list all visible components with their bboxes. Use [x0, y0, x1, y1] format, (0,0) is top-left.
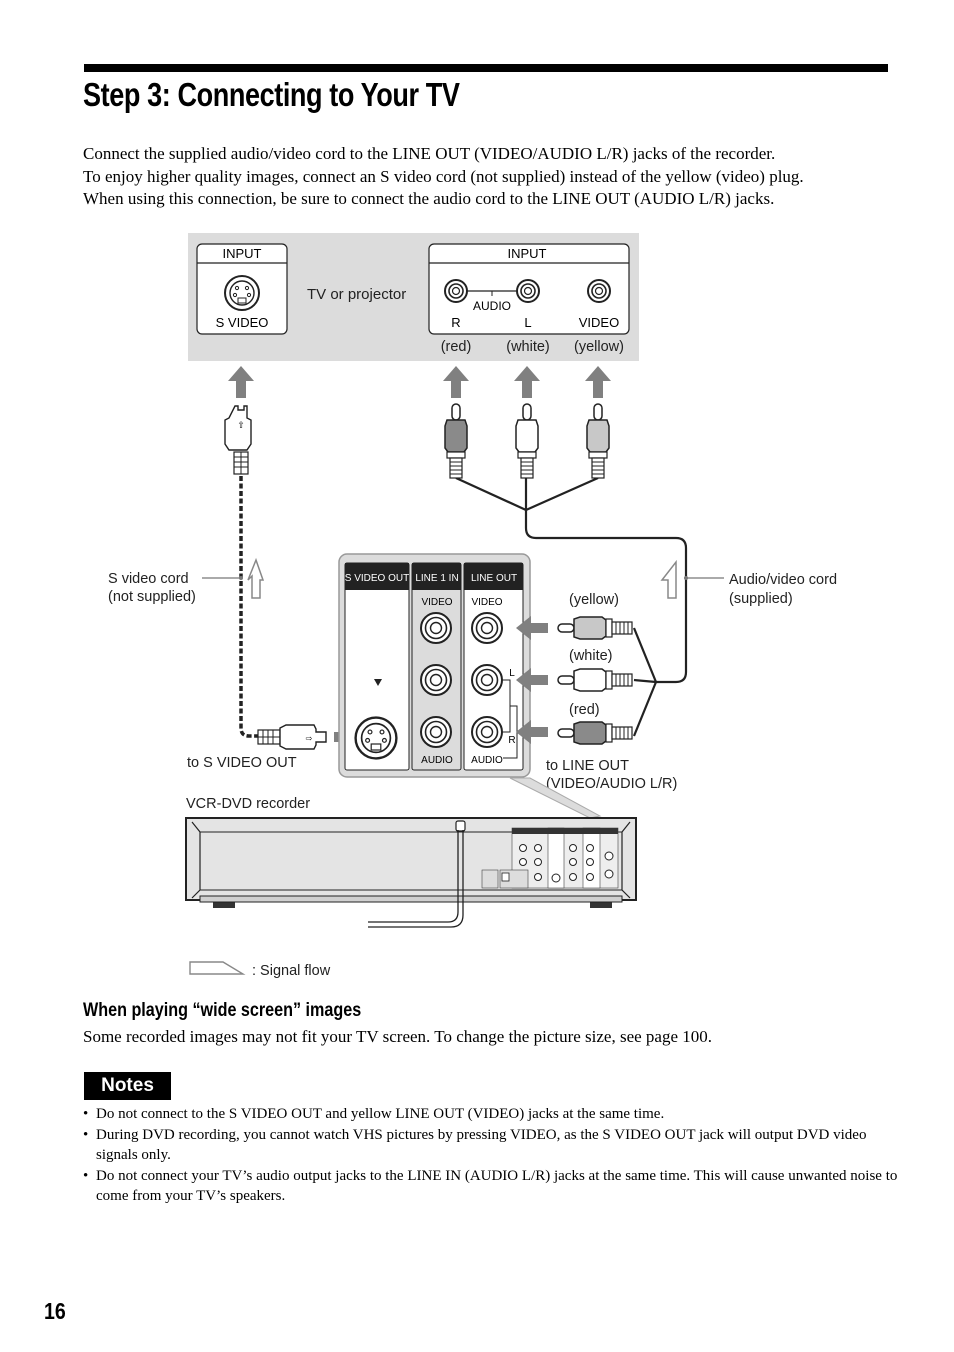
section-body: Some recorded images may not fit your TV…: [83, 1027, 713, 1046]
tv-color-red: (red): [441, 339, 472, 355]
signal-arrow-icon: [443, 366, 469, 398]
to-line-out-label: to LINE OUT: [546, 758, 629, 774]
notes-badge: Notes: [84, 1072, 171, 1100]
tv-l-label: L: [524, 315, 531, 330]
signal-flow-legend-icon: [189, 961, 246, 975]
plug-yellow-label: (yellow): [569, 592, 619, 608]
panel-line-out-header: LINE OUT: [471, 573, 517, 584]
line-out-video-jack-icon: [471, 612, 503, 644]
red-plug-icon: [444, 403, 468, 479]
tv-av-input: INPUT AUDIO R L VIDEO: [428, 243, 630, 335]
tv-color-white: (white): [506, 339, 550, 355]
white-plug-icon: [515, 403, 539, 479]
svg-text:⇧: ⇧: [237, 420, 245, 430]
svideo-cord-sublabel: (not supplied): [108, 589, 196, 605]
plug-white-label: (white): [569, 648, 613, 664]
line-out-audio-l-jack-icon: [471, 664, 503, 696]
recorder-jack-panel: S VIDEO OUT LINE 1 IN VIDEO AUDIO LINE O…: [338, 553, 531, 778]
svideo-cord-label: S video cord: [108, 571, 189, 587]
svideo-cable: [239, 476, 258, 738]
line-out-video-label: VIDEO: [471, 597, 502, 608]
note-item: Do not connect your TV’s audio output ja…: [83, 1166, 903, 1207]
signal-arrow-icon: [514, 366, 540, 398]
tv-color-yellow: (yellow): [574, 339, 624, 355]
tv-video-jack-icon: [587, 279, 611, 303]
section-heading: When playing “wide screen” images: [83, 1000, 362, 1021]
line-in-video-label: VIDEO: [421, 597, 452, 608]
tv-av-header: INPUT: [508, 246, 547, 261]
panel-line1-in-header: LINE 1 IN: [415, 573, 458, 584]
signal-arrow-icon: [585, 366, 611, 398]
svg-text:⇨: ⇨: [306, 734, 313, 743]
av-cord-sublabel: (supplied): [729, 591, 793, 607]
note-item: During DVD recording, you cannot watch V…: [83, 1125, 903, 1166]
tv-svideo-label: S VIDEO: [216, 315, 269, 330]
tv-r-label: R: [451, 315, 460, 330]
tv-label: TV or projector: [307, 286, 406, 303]
tv-video-label: VIDEO: [579, 315, 619, 330]
line-in-audio-l-jack-icon: [420, 664, 452, 696]
connection-diagram: INPUT S VIDEO TV or projector INPUT AUDI…: [108, 233, 837, 979]
vcr-dvd-recorder: [185, 817, 637, 928]
line-out-r-label: R: [508, 735, 515, 746]
line-out-audio-r-jack-icon: [471, 716, 503, 748]
note-item: Do not connect to the S VIDEO OUT and ye…: [83, 1104, 903, 1125]
plug-red-label: (red): [569, 702, 600, 718]
page-number: 16: [44, 1298, 66, 1324]
to-line-out-sublabel: (VIDEO/AUDIO L/R): [546, 776, 677, 792]
to-svideo-out-label: to S VIDEO OUT: [187, 755, 297, 771]
signal-arrow-icon: [228, 366, 254, 398]
yellow-plug-icon: [557, 616, 633, 640]
legend-label: : Signal flow: [252, 963, 331, 979]
notes-list: Do not connect to the S VIDEO OUT and ye…: [83, 1104, 903, 1207]
av-cord-label: Audio/video cord: [729, 572, 837, 588]
tv-svideo-header: INPUT: [223, 246, 262, 261]
signal-flow-outline-arrow-icon: [660, 559, 677, 599]
red-plug-icon: [557, 721, 633, 745]
tv-audio-label: AUDIO: [473, 299, 511, 313]
signal-flow-outline-arrow-icon: [247, 557, 265, 599]
recorder-label: VCR-DVD recorder: [186, 796, 310, 812]
tv-audio-r-jack-icon: [444, 279, 468, 303]
line-in-audio-r-jack-icon: [420, 716, 452, 748]
tv-svideo-input: INPUT S VIDEO: [196, 243, 288, 335]
svideo-plug-bottom: ⇨: [257, 724, 327, 750]
svideo-plug-top: ⇧: [224, 405, 252, 475]
line-in-audio-label: AUDIO: [421, 755, 453, 766]
line-out-l-label: L: [509, 668, 515, 679]
white-plug-icon: [557, 668, 633, 692]
line-in-video-jack-icon: [420, 612, 452, 644]
panel-svideo-out-header: S VIDEO OUT: [345, 573, 409, 584]
line-out-audio-label: AUDIO: [471, 755, 503, 766]
tv-audio-l-jack-icon: [516, 279, 540, 303]
svideo-jack-icon: [224, 275, 260, 311]
yellow-plug-icon: [586, 403, 610, 479]
svideo-out-jack-icon: [354, 716, 398, 760]
